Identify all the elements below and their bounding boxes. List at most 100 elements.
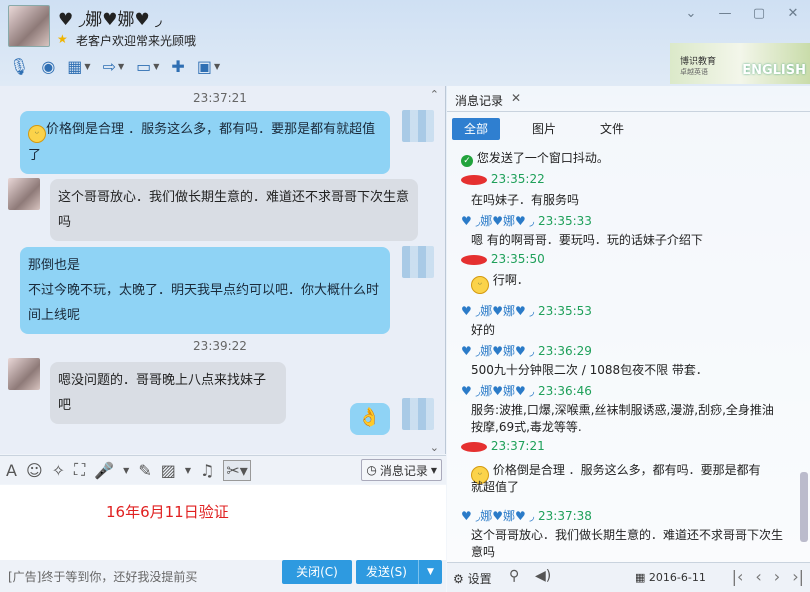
send-options-icon[interactable]: ▼ [418,560,442,584]
camera-icon: ◉ [41,56,56,76]
self-avatar[interactable] [402,110,434,142]
ad-link[interactable]: [广告]终于等到你，还好我没提前买 [8,568,197,585]
voice-message-icon[interactable]: 🎤 [94,461,114,480]
entry-text: 按摩,69式,毒龙等等. [471,420,582,434]
ad-banner[interactable]: 博识教育 卓越英语 ENGLISH [670,43,810,84]
video-call-button[interactable]: ◉ [38,52,58,80]
history-panel: 消息记录 ✕ 全部 图片 文件 ✓ 您发送了一个窗口抖动。 23:35:22 在… [447,86,810,592]
expand-corner-icon[interactable]: ⌄ [430,441,439,454]
entry-time: 23:37:21 [490,439,545,453]
font-icon[interactable]: A [6,461,17,480]
message-bubble-self: ᵕ 价格倒是合理 ．服务这么多，都有吗．要那是都有就超值了 [20,111,390,174]
magic-wand-icon[interactable]: ✧ [52,461,65,480]
check-icon: ✓ [461,155,473,167]
close-tab-icon[interactable]: ✕ [511,91,521,105]
message-record-button[interactable]: ◷ 消息记录 ▼ [361,459,442,481]
contact-avatar-small[interactable] [8,178,40,210]
clock-icon: ◷ [366,463,377,477]
contact-avatar-small[interactable] [8,358,40,390]
screen-share-button[interactable]: ▦ ▼ [64,52,93,80]
speaker-icon[interactable]: ◀) [535,568,551,584]
maximize-icon[interactable]: ▢ [750,6,768,21]
first-page-icon[interactable]: |‹ [732,567,744,586]
chat-area[interactable]: ⌃ 23:37:21 ᵕ 价格倒是合理 ．服务这么多，都有吗．要那是都有就超值了 … [0,86,446,454]
filter-all[interactable]: 全部 [452,118,501,140]
contact-nickname: ♥ ◞娜♥娜♥ ◞ [58,10,162,30]
chevron-down-icon: ▼ [84,61,91,71]
scrollbar-thumb[interactable] [800,472,808,542]
filter-files[interactable]: 文件 [588,118,636,140]
entry-text: 意吗 [471,545,496,559]
edit-icon[interactable]: ✎ [138,461,151,480]
prev-page-icon[interactable]: ‹ [755,567,761,586]
ad-line1: 博识教育 [680,57,717,67]
apps-button[interactable]: ▣ ▼ [194,52,223,80]
next-page-icon[interactable]: › [774,567,780,586]
gear-icon: ⚙ [453,572,464,586]
history-entry: ♥ ◞娜♥娜♥ ◞ 23:35:33 [461,212,592,229]
entry-text-row: ᵕ 行啊． [471,272,529,294]
history-nav: |‹ ‹ › ›| [732,567,804,586]
chevron-down-icon: ▼ [117,61,125,71]
send-file-button[interactable]: ⇨ ▼ [100,52,128,80]
toolbar: 🎙 ◉ ▦ ▼ ⇨ ▼ ▭ ▼ ✚ ▣ ▼ [6,52,223,80]
smile-emoji-icon: ᵕ [471,276,489,294]
message-bubble-contact: 这个哥哥放心．我们做长期生意的．难道还不求哥哥下次生意吗 [50,179,418,241]
redacted-name [461,174,487,185]
chevron-down-icon: ▼ [153,61,160,71]
message-input[interactable]: 16年6月11日验证 [0,485,446,560]
message-text: 嗯没问题的．哥哥晚上八点来找妹子吧 [58,373,267,413]
music-icon[interactable]: ♫ [200,461,214,480]
entry-name: ♥ ◞娜♥娜♥ ◞ [461,304,535,318]
header: ♥ ◞娜♥娜♥ ◞ ★ 老客户欢迎常来光顾哦 ⌄ — ▢ ✕ 🎙 ◉ ▦ ▼ ⇨ ▼… [0,0,810,84]
emoji-icon[interactable]: ☺ [26,461,43,480]
history-scrollbar[interactable] [800,142,808,562]
date-value: 2016-6-11 [648,571,706,584]
scissors-icon[interactable]: ✂▾ [223,459,251,481]
history-entry: ♥ ◞娜♥娜♥ ◞ 23:37:38 [461,507,592,524]
search-icon[interactable]: ⚲ [509,568,519,584]
self-avatar[interactable] [402,398,434,430]
input-toolbar: A ☺ ✧ ⛶ 🎤 ▼ ✎ ▨ ▼ ♫ ✂▾ ◷ 消息记录 ▼ [0,455,446,484]
close-button[interactable]: 关闭(C) [282,560,352,584]
image-icon[interactable]: ▨ [161,461,176,480]
contact-avatar[interactable] [8,5,50,47]
entry-name: ♥ ◞娜♥娜♥ ◞ [461,509,535,523]
entry-text: 好的 [471,323,496,337]
close-icon[interactable]: ✕ [784,6,802,21]
ok-hand-emoji-icon: 👌 [358,407,381,428]
entry-time: 23:35:22 [490,172,545,186]
entry-time: 23:36:46 [538,384,592,398]
create-discussion-button[interactable]: ✚ [168,52,187,80]
ad-line2: 卓越英语 [680,68,708,76]
timestamp: 23:39:22 [193,339,247,353]
message-bubble-contact: 嗯没问题的．哥哥晚上八点来找妹子吧 [50,362,286,424]
ad-line3: ENGLISH [742,63,806,78]
timestamp: 23:37:21 [193,91,247,105]
history-entry: 23:35:50 [461,252,545,266]
minimize-icon[interactable]: — [716,6,734,21]
settings-button[interactable]: ⚙ 设置 [453,570,492,587]
send-button[interactable]: 发送(S) ▼ [356,560,442,584]
screenshot-icon[interactable]: ⛶ [74,460,85,480]
collapse-icon[interactable]: ⌄ [682,6,700,21]
chat-add-icon: ✚ [171,56,185,76]
filter-images[interactable]: 图片 [520,118,568,140]
self-avatar[interactable] [402,246,434,278]
remote-desktop-button[interactable]: ▭ ▼ [133,52,162,80]
voice-call-button[interactable]: 🎙 [6,52,32,80]
message-bubble-self: 那倒也是 不过今晚不玩，太晚了．明天我早点约可以吧．你大概什么时间上线呢 [20,247,390,334]
entry-name: ♥ ◞娜♥娜♥ ◞ [461,344,535,358]
history-tab[interactable]: 消息记录 ✕ [447,86,810,112]
last-page-icon[interactable]: ›| [792,567,804,586]
history-entry: ♥ ◞娜♥娜♥ ◞ 23:36:46 [461,382,592,399]
date-picker[interactable]: ▦ 2016-6-11 [635,571,706,584]
entry-time: 23:37:38 [538,509,592,523]
history-entry: ✓ 您发送了一个窗口抖动。 [461,150,609,167]
microphone-icon: 🎙 [9,56,30,76]
chevron-down-icon[interactable]: ▼ [185,466,191,475]
entry-time: 23:35:33 [538,214,592,228]
chevron-down-icon[interactable]: ▼ [123,466,129,475]
entry-text: 在吗妹子．有服务吗 [471,193,580,207]
chevron-down-icon: ▼ [430,465,437,475]
